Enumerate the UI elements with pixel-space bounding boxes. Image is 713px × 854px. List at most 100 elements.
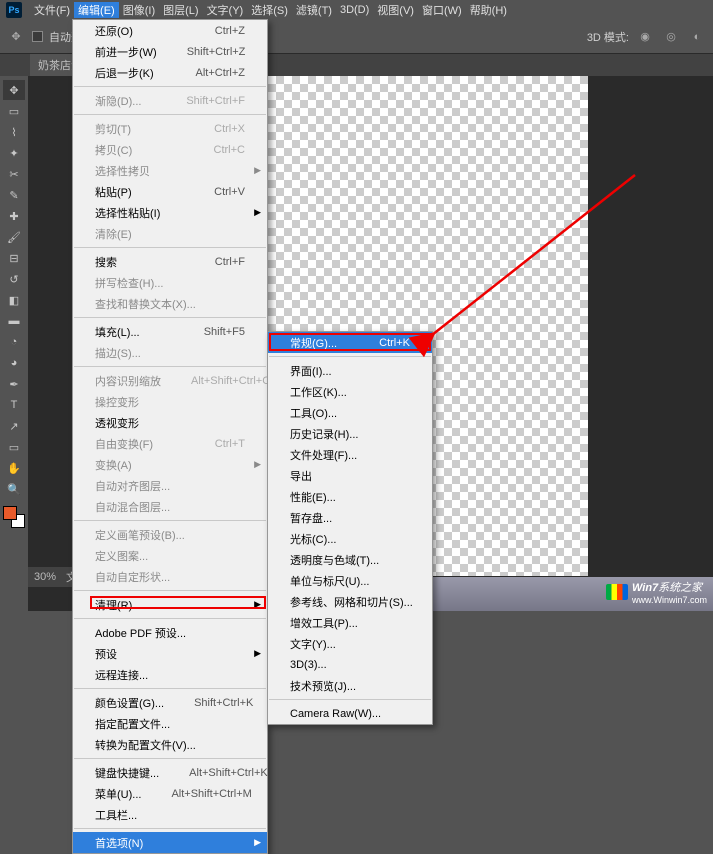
- edit-menu-item: 定义图案...: [73, 545, 267, 566]
- edit-menu-dropdown: 还原(O)Ctrl+Z前进一步(W)Shift+Ctrl+Z后退一步(K)Alt…: [72, 19, 268, 854]
- pref-menu-item[interactable]: 光标(C)...: [268, 528, 432, 549]
- move-tool-icon[interactable]: ✥: [3, 80, 25, 100]
- edit-menu-item[interactable]: 颜色设置(G)...Shift+Ctrl+K: [73, 692, 267, 713]
- pref-menu-item[interactable]: 透明度与色域(T)...: [268, 549, 432, 570]
- submenu-arrow-icon: ▶: [254, 648, 261, 659]
- edit-menu-item[interactable]: 搜索Ctrl+F: [73, 251, 267, 272]
- edit-menu-item: 拼写检查(H)...: [73, 272, 267, 293]
- submenu-arrow-icon: ▶: [254, 837, 261, 848]
- edit-menu-item: 自动混合图层...: [73, 496, 267, 517]
- pref-menu-item[interactable]: 暂存盘...: [268, 507, 432, 528]
- edit-menu-item[interactable]: 指定配置文件...: [73, 713, 267, 734]
- tools-panel: ✥ ▭ ⌇ ✦ ✂ ✎ ✚ 🖌 ⊟ ↺ ◧ ▬ ◔ ◕ ✒ T ↗ ▭ ✋ 🔍: [0, 76, 28, 611]
- edit-menu-item: 描边(S)...: [73, 342, 267, 363]
- preferences-submenu: 常规(G)...Ctrl+K 界面(I)...工作区(K)...工具(O)...历…: [267, 331, 433, 725]
- menu-file[interactable]: 文件(F): [30, 2, 74, 18]
- edit-menu-item: 剪切(T)Ctrl+X: [73, 118, 267, 139]
- dodge-tool-icon[interactable]: ◕: [3, 353, 25, 373]
- menubar: Ps 文件(F) 编辑(E) 图像(I) 图层(L) 文字(Y) 选择(S) 滤…: [0, 0, 713, 20]
- pref-menu-item[interactable]: 增效工具(P)...: [268, 612, 432, 633]
- menu-view[interactable]: 视图(V): [373, 2, 418, 18]
- heal-tool-icon[interactable]: ✚: [3, 206, 25, 226]
- menu-help[interactable]: 帮助(H): [466, 2, 511, 18]
- pref-menu-item[interactable]: 文字(Y)...: [268, 633, 432, 654]
- stamp-tool-icon[interactable]: ⊟: [3, 248, 25, 268]
- menu-filter[interactable]: 滤镜(T): [292, 2, 336, 18]
- eyedropper-tool-icon[interactable]: ✎: [3, 185, 25, 205]
- pref-menu-item[interactable]: 界面(I)...: [268, 360, 432, 381]
- blur-tool-icon[interactable]: ◔: [3, 332, 25, 352]
- pref-menu-item[interactable]: 单位与标尺(U)...: [268, 570, 432, 591]
- edit-menu-item[interactable]: 首选项(N)▶: [73, 832, 267, 853]
- menu-layer[interactable]: 图层(L): [159, 2, 202, 18]
- edit-menu-item[interactable]: 清理(R)▶: [73, 594, 267, 615]
- menu-3d[interactable]: 3D(D): [336, 4, 373, 16]
- hand-tool-icon[interactable]: ✋: [3, 458, 25, 478]
- zoom-level[interactable]: 30%: [34, 571, 56, 583]
- pref-menu-item[interactable]: 技术预览(J)...: [268, 675, 432, 696]
- zoom-tool-icon[interactable]: 🔍: [3, 479, 25, 499]
- edit-menu-item[interactable]: 预设▶: [73, 643, 267, 664]
- menu-window[interactable]: 窗口(W): [418, 2, 466, 18]
- 3d-icon[interactable]: ◎: [661, 27, 681, 47]
- edit-menu-item[interactable]: 选择性粘贴(I)▶: [73, 202, 267, 223]
- pref-menu-item[interactable]: 性能(E)...: [268, 486, 432, 507]
- pref-menu-item[interactable]: 参考线、网格和切片(S)...: [268, 591, 432, 612]
- menu-type[interactable]: 文字(Y): [203, 2, 248, 18]
- submenu-arrow-icon: ▶: [254, 599, 261, 610]
- move-tool-icon[interactable]: ✥: [6, 27, 26, 47]
- pref-menu-item[interactable]: 导出: [268, 465, 432, 486]
- shape-tool-icon[interactable]: ▭: [3, 437, 25, 457]
- history-brush-icon[interactable]: ↺: [3, 269, 25, 289]
- edit-menu-item[interactable]: 转换为配置文件(V)...: [73, 734, 267, 755]
- edit-menu-item[interactable]: 菜单(U)...Alt+Shift+Ctrl+M: [73, 783, 267, 804]
- 3d-icon[interactable]: ◉: [635, 27, 655, 47]
- edit-menu-item[interactable]: 还原(O)Ctrl+Z: [73, 20, 267, 41]
- edit-menu-item: 渐隐(D)...Shift+Ctrl+F: [73, 90, 267, 111]
- path-tool-icon[interactable]: ↗: [3, 416, 25, 436]
- edit-menu-item[interactable]: 工具栏...: [73, 804, 267, 825]
- menu-edit[interactable]: 编辑(E): [74, 2, 119, 18]
- edit-menu-item[interactable]: 后退一步(K)Alt+Ctrl+Z: [73, 62, 267, 83]
- edit-menu-item[interactable]: 透视变形: [73, 412, 267, 433]
- edit-menu-item: 定义画笔预设(B)...: [73, 524, 267, 545]
- pref-menu-item[interactable]: 历史记录(H)...: [268, 423, 432, 444]
- pen-tool-icon[interactable]: ✒: [3, 374, 25, 394]
- pref-menu-item[interactable]: 工作区(K)...: [268, 381, 432, 402]
- foreground-color[interactable]: [3, 506, 17, 520]
- pref-menu-item[interactable]: 文件处理(F)...: [268, 444, 432, 465]
- pref-menu-item[interactable]: Camera Raw(W)...: [268, 703, 432, 724]
- marquee-tool-icon[interactable]: ▭: [3, 101, 25, 121]
- app-logo: Ps: [6, 2, 22, 18]
- menu-select[interactable]: 选择(S): [247, 2, 292, 18]
- menu-image[interactable]: 图像(I): [119, 2, 159, 18]
- crop-tool-icon[interactable]: ✂: [3, 164, 25, 184]
- edit-menu-item[interactable]: Adobe PDF 预设...: [73, 622, 267, 643]
- edit-menu-item[interactable]: 远程连接...: [73, 664, 267, 685]
- eraser-tool-icon[interactable]: ◧: [3, 290, 25, 310]
- submenu-arrow-icon: ▶: [254, 459, 261, 470]
- 3d-icon[interactable]: ◐: [687, 27, 707, 47]
- pref-menu-item[interactable]: 工具(O)...: [268, 402, 432, 423]
- edit-menu-item: 内容识别缩放Alt+Shift+Ctrl+C: [73, 370, 267, 391]
- edit-menu-item: 拷贝(C)Ctrl+C: [73, 139, 267, 160]
- edit-menu-item: 操控变形: [73, 391, 267, 412]
- edit-menu-item: 自由变换(F)Ctrl+T: [73, 433, 267, 454]
- auto-select-checkbox[interactable]: [32, 31, 43, 42]
- brush-tool-icon[interactable]: 🖌: [3, 227, 25, 247]
- edit-menu-item: 查找和替换文本(X)...: [73, 293, 267, 314]
- edit-menu-item[interactable]: 粘贴(P)Ctrl+V: [73, 181, 267, 202]
- lasso-tool-icon[interactable]: ⌇: [3, 122, 25, 142]
- wand-tool-icon[interactable]: ✦: [3, 143, 25, 163]
- type-tool-icon[interactable]: T: [3, 395, 25, 415]
- edit-menu-item: 自动自定形状...: [73, 566, 267, 587]
- pref-menu-item[interactable]: 3D(3)...: [268, 654, 432, 675]
- edit-menu-item[interactable]: 键盘快捷键...Alt+Shift+Ctrl+K: [73, 762, 267, 783]
- pref-menu-item[interactable]: 常规(G)...Ctrl+K: [268, 332, 432, 353]
- gradient-tool-icon[interactable]: ▬: [3, 311, 25, 331]
- edit-menu-item[interactable]: 前进一步(W)Shift+Ctrl+Z: [73, 41, 267, 62]
- edit-menu-item[interactable]: 填充(L)...Shift+F5: [73, 321, 267, 342]
- edit-menu-item: 自动对齐图层...: [73, 475, 267, 496]
- color-swatches[interactable]: [3, 506, 25, 528]
- mode-3d-label: 3D 模式:: [587, 29, 629, 45]
